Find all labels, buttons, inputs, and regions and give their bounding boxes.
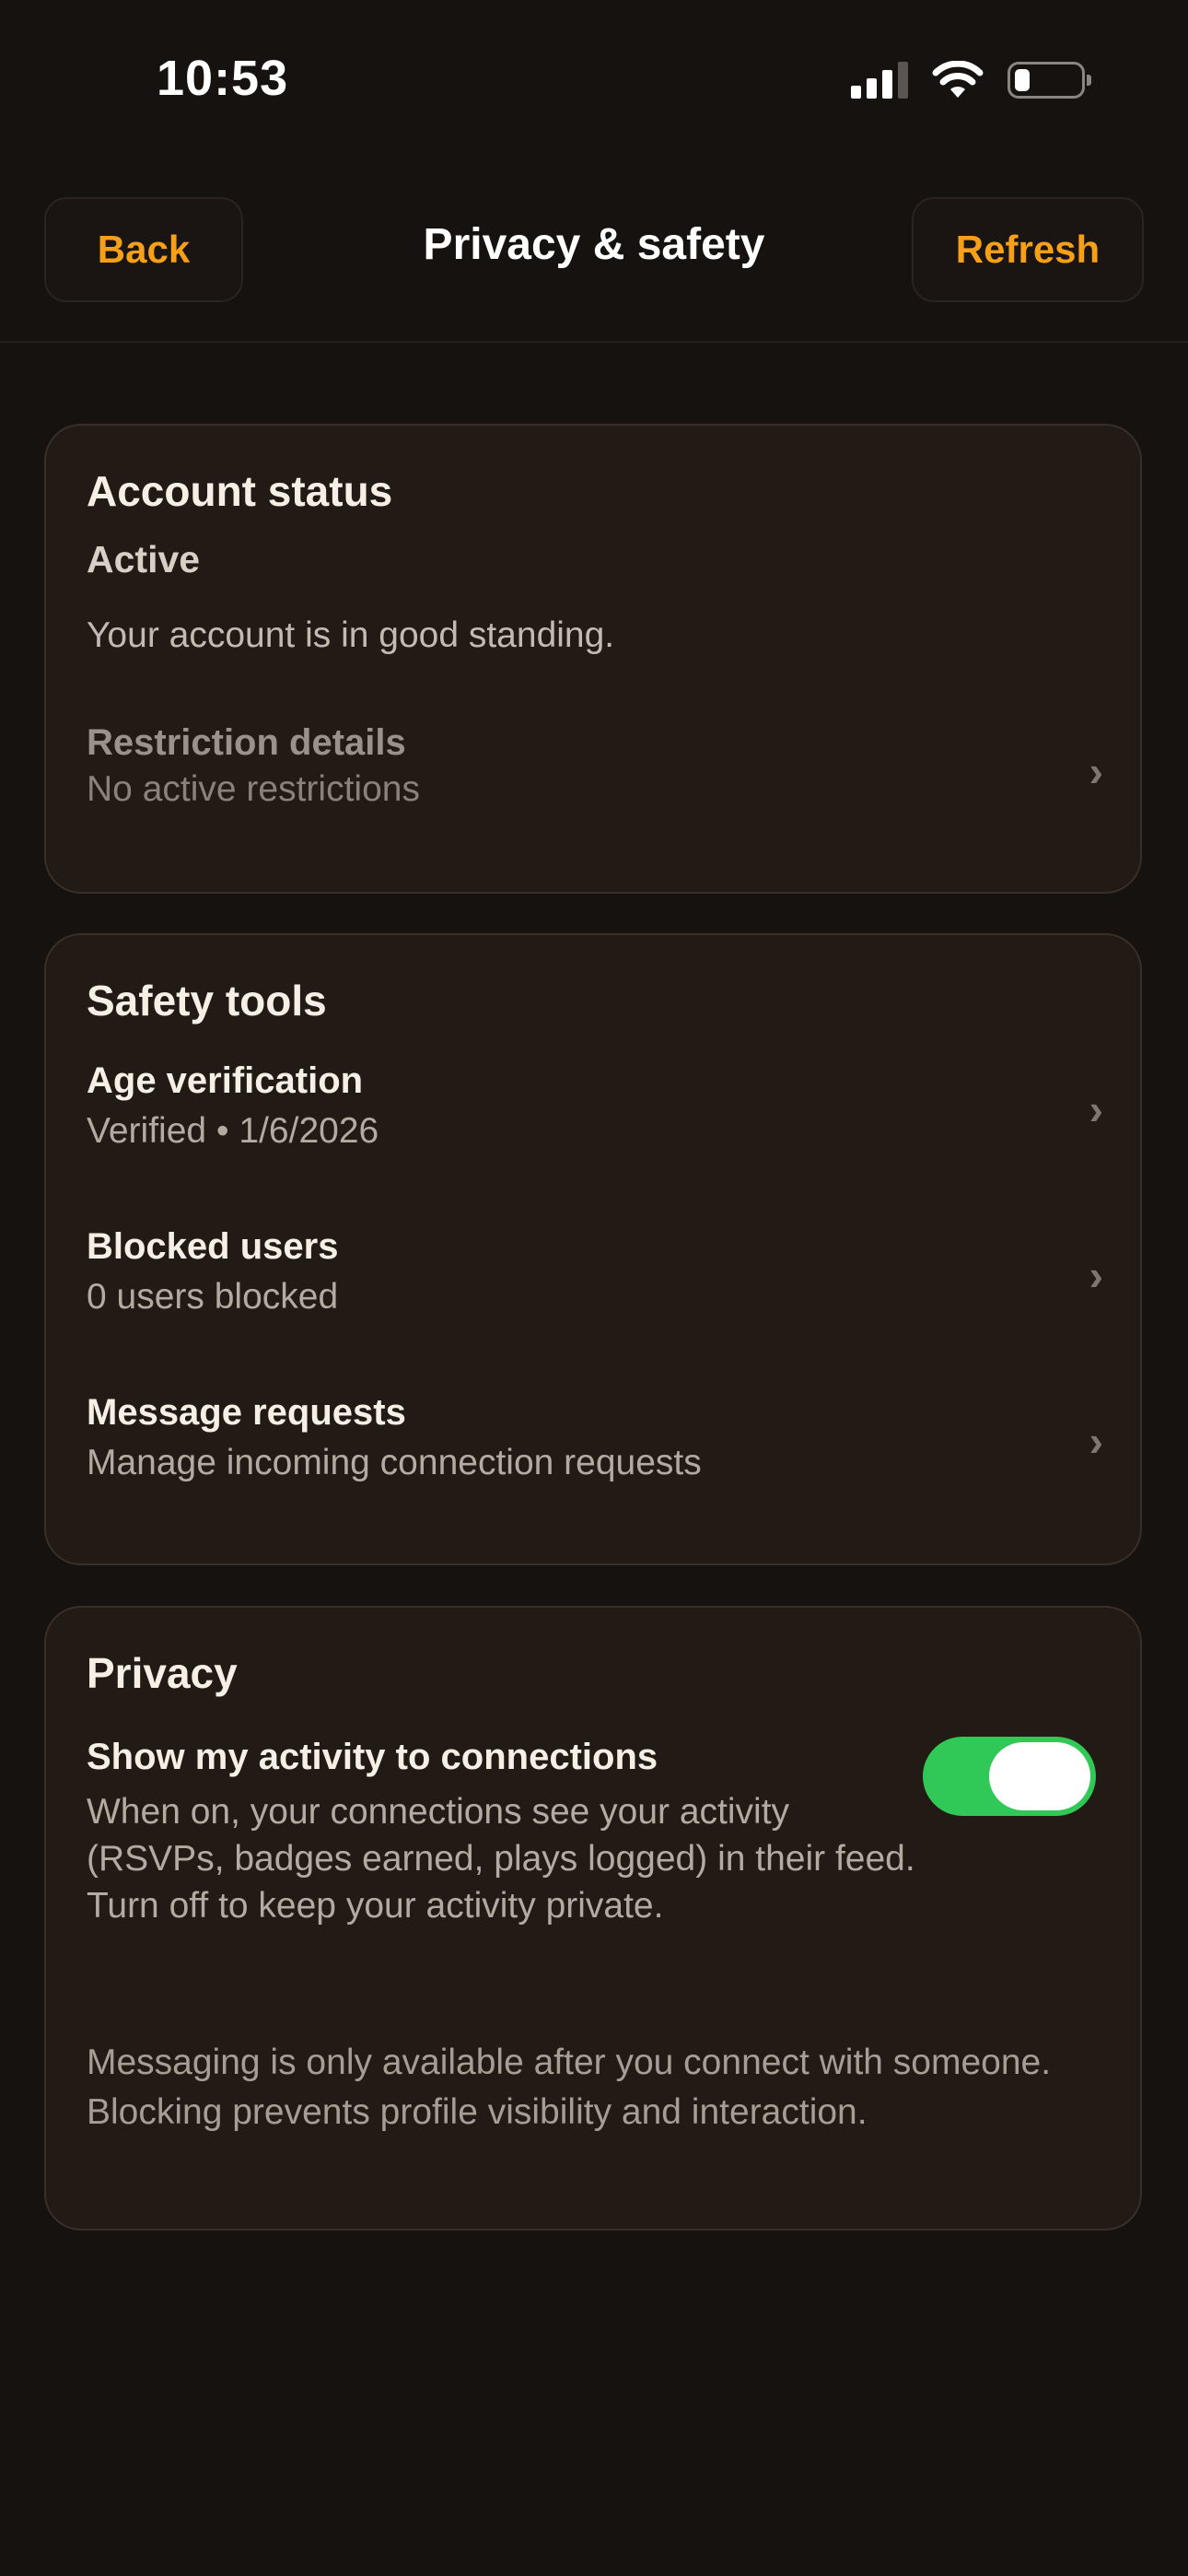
chevron-right-icon: › — [1089, 1417, 1103, 1465]
message-requests-row[interactable]: Message requests Manage incoming connect… — [87, 1392, 1103, 1483]
restriction-details-subtitle: No active restrictions — [87, 769, 420, 809]
chevron-right-icon: › — [1089, 1085, 1103, 1133]
activity-toggle-description: When on, your connections see your activ… — [87, 1792, 915, 1926]
message-requests-subtitle: Manage incoming connection requests — [87, 1443, 702, 1482]
account-standing-text: Your account is in good standing. — [87, 615, 615, 655]
safety-tools-card: Safety tools Age verification Verified •… — [44, 933, 1142, 1565]
privacy-title: Privacy — [87, 1649, 238, 1697]
toggle-knob — [989, 1742, 1090, 1810]
account-status-card: Account status Active Your account is in… — [44, 424, 1142, 894]
cellular-signal-icon — [851, 62, 908, 99]
show-activity-toggle[interactable] — [923, 1737, 1096, 1816]
activity-toggle-title: Show my activity to connections — [87, 1737, 658, 1777]
navigation-bar: Back Privacy & safety Refresh — [0, 193, 1188, 343]
battery-icon — [1007, 62, 1091, 99]
age-verification-subtitle: Verified • 1/6/2026 — [87, 1111, 379, 1151]
status-icons — [851, 57, 1091, 103]
safety-tools-title: Safety tools — [87, 977, 327, 1025]
chevron-right-icon: › — [1089, 747, 1103, 795]
status-bar: 10:53 — [0, 0, 1188, 166]
messaging-footnote: Messaging is only available after you co… — [87, 2043, 1052, 2132]
account-status-value: Active — [87, 538, 201, 580]
age-verification-row[interactable]: Age verification Verified • 1/6/2026 › — [87, 1060, 1103, 1152]
restriction-details-row[interactable]: Restriction details No active restrictio… — [87, 722, 1103, 810]
blocked-users-title: Blocked users — [87, 1226, 339, 1267]
blocked-users-row[interactable]: Blocked users 0 users blocked › — [87, 1226, 1103, 1317]
chevron-right-icon: › — [1089, 1251, 1103, 1299]
account-status-title: Account status — [87, 467, 393, 515]
age-verification-title: Age verification — [87, 1060, 364, 1101]
status-time: 10:53 — [157, 51, 289, 106]
wifi-icon — [932, 61, 984, 98]
blocked-users-subtitle: 0 users blocked — [87, 1277, 339, 1317]
refresh-button[interactable]: Refresh — [912, 197, 1144, 302]
message-requests-title: Message requests — [87, 1392, 406, 1433]
privacy-card: Privacy Show my activity to connections … — [44, 1606, 1142, 2231]
restriction-details-title: Restriction details — [87, 722, 406, 763]
